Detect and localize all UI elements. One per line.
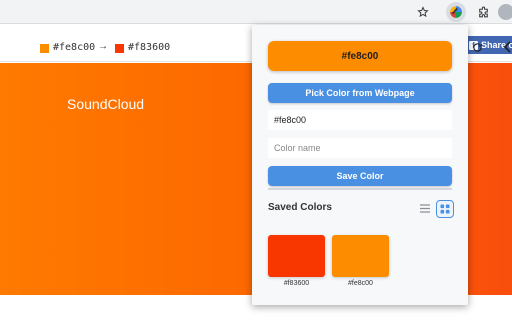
refresh-icon[interactable] <box>472 42 483 56</box>
brand-title: SoundCloud <box>67 96 145 112</box>
saved-colors-title: Saved Colors <box>268 202 332 213</box>
grid-view-icon[interactable] <box>436 200 454 218</box>
to-color-swatch <box>115 44 124 53</box>
saved-color-card[interactable] <box>332 235 389 277</box>
saved-color-card[interactable] <box>268 235 325 277</box>
divider <box>268 188 452 190</box>
list-view-icon[interactable] <box>419 202 431 214</box>
avatar <box>498 4 512 20</box>
color-picker-extension-icon[interactable] <box>446 2 466 22</box>
bookmark-star-icon[interactable] <box>413 2 433 22</box>
browser-toolbar <box>0 0 512 24</box>
hex-input[interactable]: #fe8c00 <box>268 110 452 130</box>
saved-color-label: #f83600 <box>283 280 310 287</box>
from-color-text: #fe8c00 <box>53 42 96 53</box>
pick-color-button[interactable]: Pick Color from Webpage <box>268 83 452 103</box>
arrow-icon: → <box>98 41 108 52</box>
current-color-display[interactable]: #fe8c00 <box>268 41 452 71</box>
puzzle-icon[interactable] <box>473 2 493 22</box>
profile-avatar[interactable] <box>494 2 512 22</box>
to-color-text: #f83600 <box>128 42 171 53</box>
chevron-left-icon[interactable] <box>503 41 511 56</box>
saved-color-label: #fe8c00 <box>348 280 373 287</box>
color-name-input[interactable]: Color name <box>268 138 452 158</box>
from-color-swatch <box>40 44 49 53</box>
save-color-button[interactable]: Save Color <box>268 166 452 186</box>
